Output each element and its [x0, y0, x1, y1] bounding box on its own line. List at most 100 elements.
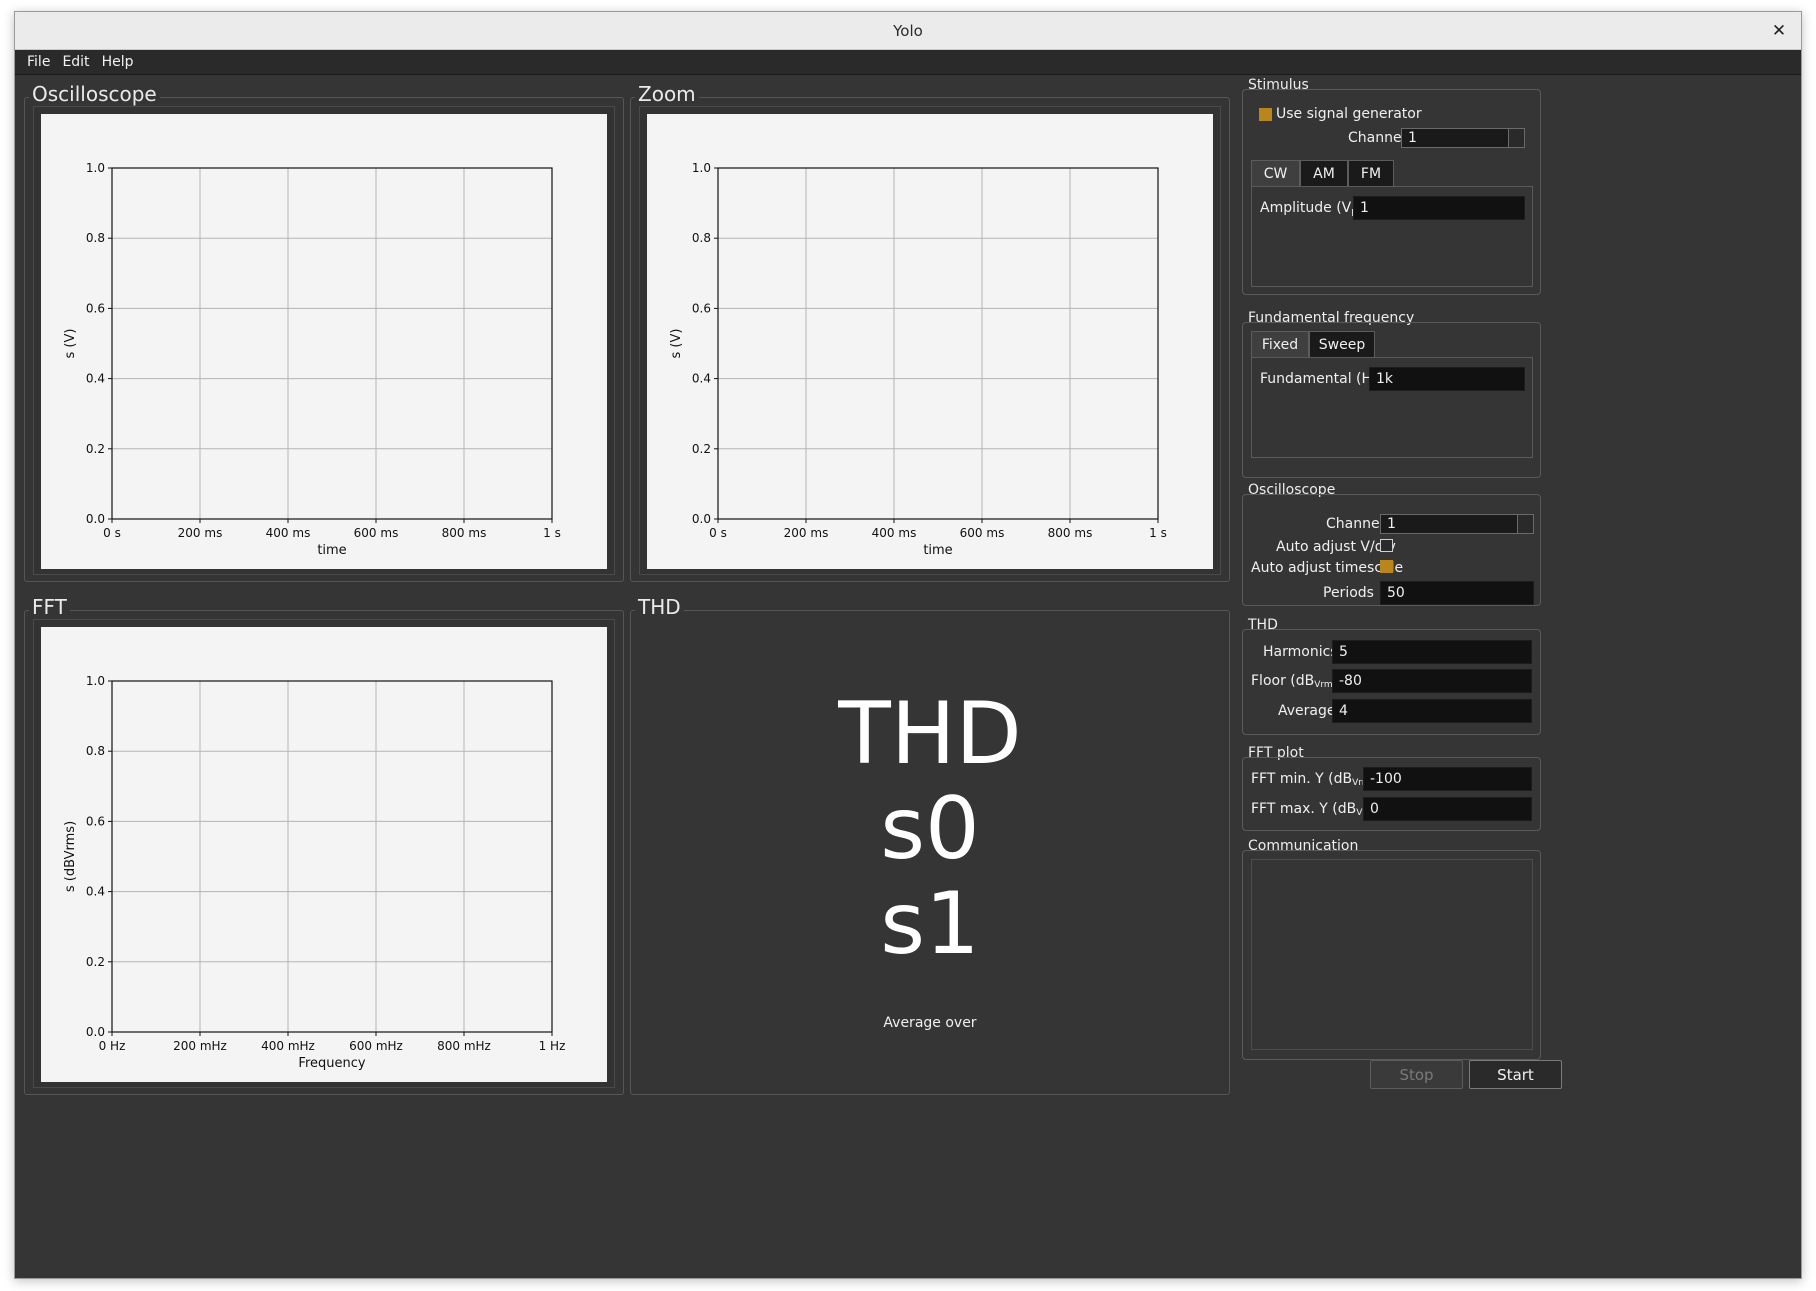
- fundamental-tab-body: Fundamental (Hz) 1k: [1251, 357, 1533, 458]
- x-tick-label: 200 ms: [784, 526, 829, 540]
- x-tick-label: 0 Hz: [99, 1039, 126, 1053]
- menu-help[interactable]: Help: [96, 54, 140, 70]
- auto-vdiv-checkbox[interactable]: [1380, 539, 1393, 552]
- y-tick-label: 0.8: [692, 231, 711, 245]
- harmonics-label: Harmonics: [1263, 644, 1338, 660]
- fft-settings-group: FFT min. Y (dBVrms) -100 FFT max. Y (dBV…: [1242, 757, 1541, 831]
- y-tick-label: 0.8: [86, 744, 105, 758]
- thd-settings-group: Harmonics 5 Floor (dBVrms) -80 Average 4: [1242, 629, 1541, 735]
- floor-input[interactable]: -80: [1332, 669, 1532, 693]
- x-axis-label: time: [317, 543, 346, 558]
- menu-edit[interactable]: Edit: [56, 54, 95, 70]
- window-title: Yolo: [893, 21, 923, 40]
- y-tick-label: 0.4: [86, 372, 105, 386]
- auto-timescale-checkbox[interactable]: [1380, 560, 1393, 573]
- average-input[interactable]: 4: [1332, 699, 1532, 723]
- fft-plot-frame: 0 Hz 200 mHz 400 mHz 600 mHz 800 mHz 1 Hz 0.0 0…: [33, 619, 615, 1088]
- communication-log[interactable]: [1251, 859, 1533, 1050]
- zoom-panel: Zoom 0 s 200 ms 400 ms 600 ms 800 ms 1 s 0.0 0.…: [630, 82, 1230, 582]
- fft-plot[interactable]: 0 Hz 200 mHz 400 mHz 600 mHz 800 mHz 1 Hz 0.0 0…: [41, 627, 607, 1082]
- fft-min-label: FFT min. Y (dBVrms): [1251, 771, 1381, 788]
- scope-channel-select[interactable]: 1: [1380, 514, 1534, 534]
- y-axis-label: s (V): [63, 329, 78, 359]
- harmonics-input[interactable]: 5: [1332, 640, 1532, 664]
- use-signal-generator-checkbox[interactable]: [1259, 108, 1272, 121]
- y-tick-label: 0.2: [86, 955, 105, 969]
- fundamental-hz-label: Fundamental (Hz): [1260, 371, 1385, 387]
- zoom-plot[interactable]: 0 s 200 ms 400 ms 600 ms 800 ms 1 s 0.0 0.2 0.4 0…: [647, 114, 1213, 569]
- y-tick-label: 0.0: [692, 512, 711, 526]
- tab-sweep[interactable]: Sweep: [1309, 331, 1375, 358]
- menu-file[interactable]: File: [21, 54, 56, 70]
- title-bar: Yolo ✕: [15, 12, 1801, 50]
- zoom-panel-title: Zoom: [635, 82, 699, 106]
- y-axis-label: s (dBVrms): [63, 821, 78, 892]
- chevron-down-icon: [1517, 515, 1533, 533]
- average-label: Average: [1278, 703, 1336, 719]
- y-tick-label: 0.6: [692, 301, 711, 315]
- x-tick-label: 400 ms: [266, 526, 311, 540]
- y-tick-label: 0.0: [86, 1025, 105, 1039]
- x-tick-label: 600 ms: [960, 526, 1005, 540]
- tab-am[interactable]: AM: [1300, 160, 1348, 187]
- thd-value-s1: s1: [880, 874, 980, 974]
- x-tick-label: 200 mHz: [173, 1039, 227, 1053]
- fft-min-input[interactable]: -100: [1363, 767, 1532, 791]
- oscilloscope-panel: Oscilloscope 0 s 200 ms 400 ms 600 ms 800 ms…: [24, 82, 624, 582]
- menu-bar: File Edit Help: [15, 50, 1801, 75]
- close-icon[interactable]: ✕: [1767, 19, 1791, 43]
- y-tick-label: 0.6: [86, 301, 105, 315]
- y-tick-label: 0.4: [692, 372, 711, 386]
- tab-cw[interactable]: CW: [1251, 160, 1300, 187]
- y-tick-label: 1.0: [692, 161, 711, 175]
- periods-label: Periods: [1323, 585, 1374, 601]
- communication-group: [1242, 850, 1541, 1060]
- x-tick-label: 200 ms: [178, 526, 223, 540]
- y-tick-label: 0.2: [692, 442, 711, 456]
- scope-channel-value: 1: [1387, 516, 1396, 532]
- stimulus-tab-body: Amplitude (Vpp) 1: [1251, 186, 1533, 287]
- y-tick-label: 0.4: [86, 885, 105, 899]
- amplitude-input[interactable]: 1: [1353, 196, 1525, 220]
- y-axis-label: s (V): [669, 329, 684, 359]
- y-tick-label: 0.2: [86, 442, 105, 456]
- x-tick-label: 0 s: [709, 526, 727, 540]
- chevron-down-icon: [1508, 129, 1524, 147]
- y-tick-label: 0.6: [86, 814, 105, 828]
- start-button[interactable]: Start: [1469, 1060, 1562, 1089]
- y-tick-label: 1.0: [86, 161, 105, 175]
- stimulus-channel-value: 1: [1408, 130, 1417, 146]
- stimulus-group: Use signal generator Channel 1 CW AM FM …: [1242, 89, 1541, 295]
- fundamental-group: Fixed Sweep Fundamental (Hz) 1k: [1242, 322, 1541, 478]
- x-tick-label: 400 ms: [872, 526, 917, 540]
- oscilloscope-plot-frame: 0 s 200 ms 400 ms 600 ms 800 ms 1 s 0.0 0.2 0.4 0…: [33, 106, 615, 575]
- scope-channel-label: Channel: [1326, 516, 1384, 532]
- x-tick-label: 1 s: [543, 526, 561, 540]
- periods-input[interactable]: 50: [1380, 581, 1534, 605]
- fundamental-hz-input[interactable]: 1k: [1369, 367, 1525, 391]
- thd-panel: THD THD s0 s1 Average over: [630, 595, 1230, 1095]
- tab-fm[interactable]: FM: [1348, 160, 1394, 187]
- oscilloscope-plot[interactable]: 0 s 200 ms 400 ms 600 ms 800 ms 1 s 0.0 0.2 0.4 0…: [41, 114, 607, 569]
- fft-panel-title: FFT: [29, 595, 70, 619]
- x-tick-label: 600 mHz: [349, 1039, 403, 1053]
- auto-vdiv-label: Auto adjust V/div: [1276, 539, 1396, 555]
- x-tick-label: 800 mHz: [437, 1039, 491, 1053]
- fft-panel: FFT 0 Hz 200 mHz 400 mHz 600 mHz 800 mHz 1 Hz…: [24, 595, 624, 1095]
- thd-average-label: Average over: [883, 1015, 977, 1031]
- stimulus-channel-label: Channel: [1348, 130, 1406, 146]
- x-tick-label: 800 ms: [1048, 526, 1093, 540]
- thd-panel-title: THD: [635, 595, 684, 619]
- zoom-plot-frame: 0 s 200 ms 400 ms 600 ms 800 ms 1 s 0.0 0.2 0.4 0…: [639, 106, 1221, 575]
- thd-value-s0: s0: [880, 779, 980, 879]
- stimulus-channel-select[interactable]: 1: [1401, 128, 1525, 148]
- stop-button[interactable]: Stop: [1370, 1060, 1463, 1089]
- app-window: Yolo ✕ File Edit Help Oscilloscope 0 s 20…: [14, 11, 1802, 1279]
- tab-fixed[interactable]: Fixed: [1251, 331, 1309, 358]
- fft-max-input[interactable]: 0: [1363, 797, 1532, 821]
- x-tick-label: 1 s: [1149, 526, 1167, 540]
- use-signal-generator-label[interactable]: Use signal generator: [1276, 106, 1422, 122]
- x-tick-label: 800 ms: [442, 526, 487, 540]
- y-tick-label: 1.0: [86, 674, 105, 688]
- scope-settings-group: Channel 1 Auto adjust V/div Auto adjust …: [1242, 494, 1541, 606]
